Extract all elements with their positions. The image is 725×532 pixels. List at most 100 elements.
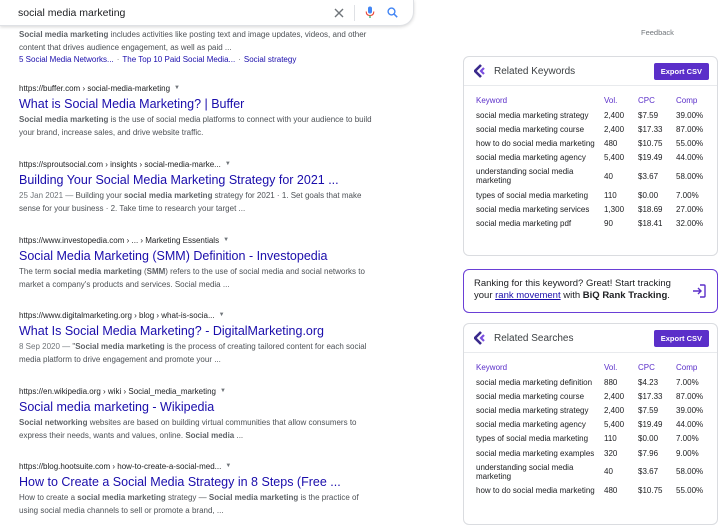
value-cell: $3.67 bbox=[638, 467, 659, 477]
microphone-icon[interactable] bbox=[359, 2, 381, 24]
keyword-cell[interactable]: how to do social media marketing bbox=[476, 483, 604, 497]
value-cell: $7.96 bbox=[638, 448, 659, 458]
value-cell: 7.00% bbox=[676, 434, 699, 444]
keyword-cell[interactable]: how to do social media marketing bbox=[476, 136, 604, 150]
value-cell: 2,400 bbox=[604, 110, 625, 120]
result-snippet: 25 Jan 2021 — Building your social media… bbox=[19, 191, 362, 213]
panel-title: Related Searches bbox=[494, 332, 574, 344]
search-icon[interactable] bbox=[381, 2, 403, 24]
value-cell: 7.00% bbox=[676, 190, 699, 200]
login-arrow-icon[interactable] bbox=[691, 283, 707, 299]
table-row: understanding social media marketing 40 $3… bbox=[476, 460, 710, 483]
result-item: Social media marketing includes activiti… bbox=[19, 27, 379, 64]
export-csv-button[interactable]: Export CSV bbox=[653, 62, 709, 80]
value-cell: $19.49 bbox=[638, 420, 663, 430]
column-header: CPC bbox=[638, 363, 655, 372]
column-header: Keyword bbox=[476, 96, 508, 105]
result-title-link[interactable]: How to Create a Social Media Strategy in… bbox=[19, 474, 379, 490]
value-cell: 40 bbox=[604, 171, 613, 181]
value-cell: 58.00% bbox=[676, 467, 704, 477]
value-cell: $7.59 bbox=[638, 110, 659, 120]
value-cell: 110 bbox=[604, 190, 617, 200]
result-item: https://sproutsocial.com › insights › so… bbox=[19, 158, 379, 215]
keyword-cell[interactable]: social media marketing agency bbox=[476, 418, 604, 432]
result-title-link[interactable]: Building Your Social Media Marketing Str… bbox=[19, 172, 379, 188]
value-cell: 7.00% bbox=[676, 377, 699, 387]
result-url: https://blog.hootsuite.com › how-to-crea… bbox=[19, 461, 232, 471]
result-item: https://blog.hootsuite.com › how-to-crea… bbox=[19, 460, 379, 517]
keywords-table: Keyword Vol. CPC Comp social media marke… bbox=[476, 94, 710, 231]
value-cell: 87.00% bbox=[676, 124, 704, 134]
keyword-cell[interactable]: social media marketing services bbox=[476, 202, 604, 216]
table-row: how to do social media marketing 480 $10.7… bbox=[476, 136, 710, 150]
table-row: social media marketing examples 320 $7.96 9… bbox=[476, 446, 710, 460]
biq-logo-icon bbox=[474, 331, 485, 345]
result-url: https://sproutsocial.com › insights › so… bbox=[19, 159, 231, 169]
result-snippet: Social media marketing is the use of soc… bbox=[19, 115, 372, 137]
search-input[interactable]: social media marketing bbox=[18, 7, 328, 19]
result-item: https://www.investopedia.com › ... › Mar… bbox=[19, 234, 379, 291]
table-row: types of social media marketing 110 $0.00 7… bbox=[476, 188, 710, 202]
keyword-cell[interactable]: social media marketing pdf bbox=[476, 216, 604, 230]
rank-tracking-promo[interactable]: Ranking for this keyword? Great! Start t… bbox=[463, 269, 718, 313]
keyword-cell[interactable]: understanding social media marketing bbox=[476, 460, 604, 483]
result-snippet: 8 Sep 2020 — "Social media marketing is … bbox=[19, 342, 367, 364]
table-row: social media marketing services 1,300 $18.… bbox=[476, 202, 710, 216]
keyword-cell[interactable]: social media marketing course bbox=[476, 389, 604, 403]
menu-arrow-icon[interactable]: ▼ bbox=[174, 85, 180, 91]
result-url: https://buffer.com › social-media-market… bbox=[19, 83, 180, 93]
value-cell: $7.59 bbox=[638, 405, 659, 415]
result-item: https://en.wikipedia.org › wiki › Social… bbox=[19, 385, 379, 442]
value-cell: 5,400 bbox=[604, 153, 625, 163]
value-cell: $18.69 bbox=[638, 204, 663, 214]
result-url: https://en.wikipedia.org › wiki › Social… bbox=[19, 386, 226, 396]
clear-icon[interactable] bbox=[328, 2, 350, 24]
value-cell: 58.00% bbox=[676, 171, 704, 181]
searches-table: Keyword Vol. CPC Comp social media marke… bbox=[476, 361, 710, 498]
value-cell: 32.00% bbox=[676, 218, 704, 228]
divider bbox=[464, 85, 717, 86]
value-cell: 880 bbox=[604, 377, 618, 387]
menu-arrow-icon[interactable]: ▼ bbox=[225, 463, 231, 469]
keyword-cell[interactable]: types of social media marketing bbox=[476, 432, 604, 446]
value-cell: 480 bbox=[604, 138, 618, 148]
menu-arrow-icon[interactable]: ▼ bbox=[223, 237, 229, 243]
keyword-cell[interactable]: understanding social media marketing bbox=[476, 165, 604, 188]
value-cell: 87.00% bbox=[676, 391, 704, 401]
keyword-cell[interactable]: social media marketing strategy bbox=[476, 403, 604, 417]
menu-arrow-icon[interactable]: ▼ bbox=[219, 312, 225, 318]
value-cell: 1,300 bbox=[604, 204, 625, 214]
keyword-cell[interactable]: social media marketing examples bbox=[476, 446, 604, 460]
value-cell: 110 bbox=[604, 434, 617, 444]
menu-arrow-icon[interactable]: ▼ bbox=[225, 161, 231, 167]
value-cell: 44.00% bbox=[676, 420, 704, 430]
rank-movement-link[interactable]: rank movement bbox=[495, 290, 560, 301]
keyword-cell[interactable]: social media marketing strategy bbox=[476, 108, 604, 122]
keyword-cell[interactable]: social media marketing agency bbox=[476, 151, 604, 165]
sitelink[interactable]: The Top 10 Paid Social Media... bbox=[122, 55, 235, 64]
value-cell: 39.00% bbox=[676, 405, 704, 415]
sitelinks: 5 Social Media Networks... · The Top 10 Pa… bbox=[19, 55, 297, 64]
table-row: social media marketing course 2,400 $17.33… bbox=[476, 122, 710, 136]
result-url: https://www.investopedia.com › ... › Mar… bbox=[19, 235, 230, 245]
value-cell: 5,400 bbox=[604, 420, 625, 430]
result-title-link[interactable]: What Is Social Media Marketing? - Digita… bbox=[19, 323, 379, 339]
value-cell: 2,400 bbox=[604, 124, 625, 134]
result-title-link[interactable]: Social media marketing - Wikipedia bbox=[19, 399, 379, 415]
value-cell: 39.00% bbox=[676, 110, 704, 120]
result-title-link[interactable]: What is Social Media Marketing? | Buffer bbox=[19, 96, 379, 112]
value-cell: $17.33 bbox=[638, 391, 663, 401]
result-url: https://www.digitalmarketing.org › blog … bbox=[19, 310, 225, 320]
export-csv-button[interactable]: Export CSV bbox=[653, 329, 709, 347]
sitelink[interactable]: 5 Social Media Networks... bbox=[19, 55, 114, 64]
keyword-cell[interactable]: social media marketing course bbox=[476, 122, 604, 136]
value-cell: $19.49 bbox=[638, 153, 663, 163]
panel-title: Related Keywords bbox=[494, 65, 576, 77]
value-cell: $3.67 bbox=[638, 171, 659, 181]
keyword-cell[interactable]: social media marketing definition bbox=[476, 375, 604, 389]
keyword-cell[interactable]: types of social media marketing bbox=[476, 188, 604, 202]
menu-arrow-icon[interactable]: ▼ bbox=[220, 388, 226, 394]
sitelink[interactable]: Social strategy bbox=[244, 55, 296, 64]
feedback-link[interactable]: Feedback bbox=[641, 28, 674, 37]
result-title-link[interactable]: Social Media Marketing (SMM) Definition … bbox=[19, 248, 379, 264]
